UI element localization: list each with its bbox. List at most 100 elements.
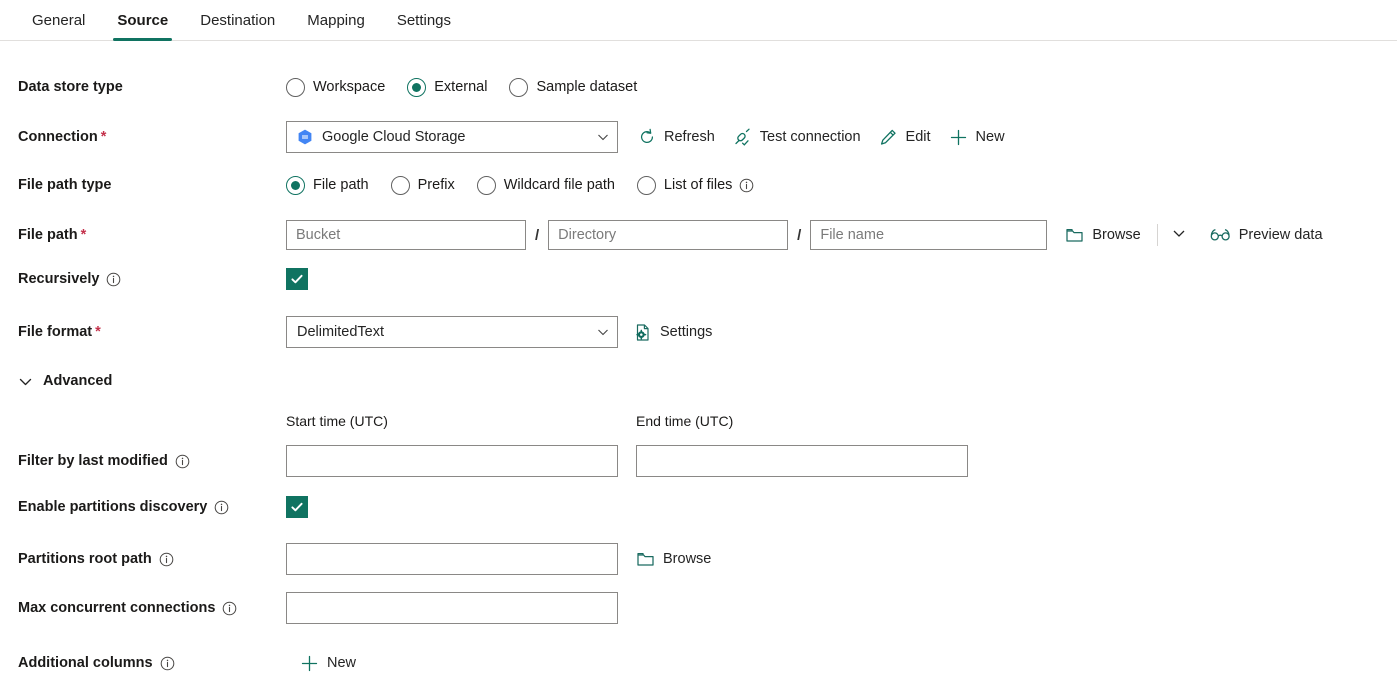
info-icon-enable-partitions-discovery[interactable] [214,500,229,515]
partitions-root-path-input[interactable] [286,543,618,575]
radio-wildcard-file-path-dot [476,175,496,195]
label-file-format-text: File format [18,324,93,340]
bucket-input[interactable] [286,220,526,250]
radio-sample-dataset[interactable]: Sample dataset [509,77,638,97]
tab-bar: General Source Destination Mapping Setti… [0,0,1397,41]
browse-dropdown-button[interactable] [1162,222,1196,249]
test-connection-icon [733,128,752,147]
advanced-section-label: Advanced [43,373,113,389]
required-asterisk-connection: * [100,129,107,145]
tab-destination[interactable]: Destination [184,0,291,40]
tab-settings[interactable]: Settings [381,0,467,40]
row-file-format: File format * DelimitedText Settings [0,316,1397,348]
preview-data-button[interactable]: Preview data [1210,227,1323,243]
row-recursively: Recursively [0,268,1397,296]
radio-workspace[interactable]: Workspace [286,77,385,97]
row-data-store-type: Data store type Workspace External Sampl… [0,73,1397,101]
end-time-input[interactable] [636,445,968,477]
label-max-concurrent-connections: Max concurrent connections [0,592,286,624]
row-filter-by-last-modified: Filter by last modified [0,445,1397,477]
label-file-format: File format * [0,316,286,348]
row-file-path-type: File path type File path Prefix Wildcard… [0,172,1397,200]
path-separator-2: / [797,226,802,244]
chevron-down-icon-advanced [18,374,33,389]
browse-file-path-label: Browse [1092,227,1141,243]
file-format-settings-button[interactable]: Settings [633,323,712,342]
refresh-button[interactable]: Refresh [638,128,715,146]
new-connection-button[interactable]: New [949,128,1005,147]
enable-partitions-discovery-checkbox[interactable] [286,496,308,518]
row-file-path: File path* / / Browse [0,219,1397,251]
radio-external[interactable]: External [407,77,488,97]
end-time-header: End time (UTC) [636,413,734,429]
pencil-icon [879,128,898,147]
file-format-settings-label: Settings [660,324,713,340]
radio-sample-dataset-dot [509,77,529,97]
chevron-down-icon-browse [1172,226,1186,245]
chevron-down-icon-file-format [597,326,609,338]
radio-external-label: External [434,79,488,95]
tab-settings-label: Settings [396,11,452,29]
radio-list-of-files[interactable]: List of files [636,175,755,195]
preview-data-label: Preview data [1238,227,1323,243]
test-connection-button[interactable]: Test connection [733,128,861,147]
tab-mapping-label: Mapping [307,11,365,29]
file-format-dropdown[interactable]: DelimitedText [286,316,618,348]
label-file-path-type: File path type [0,172,286,198]
start-time-input[interactable] [286,445,618,477]
radio-sample-dataset-label: Sample dataset [536,79,638,95]
edit-button[interactable]: Edit [879,128,931,147]
label-max-concurrent-connections-text: Max concurrent connections [18,600,216,616]
test-connection-label: Test connection [759,129,861,145]
radio-prefix[interactable]: Prefix [390,175,455,195]
radio-group-file-path-type: File path Prefix Wildcard file path List… [286,175,755,195]
recursively-checkbox[interactable] [286,268,308,290]
label-data-store-type: Data store type [0,73,286,101]
tab-destination-label: Destination [200,11,276,29]
add-additional-column-button[interactable]: New [300,654,356,673]
glasses-icon [1210,227,1231,243]
google-cloud-storage-icon [297,129,313,145]
row-connection: Connection * Google Cloud Storage Refres… [0,121,1397,153]
plus-icon-additional-columns [300,654,319,673]
info-icon-max-concurrent-connections[interactable] [222,601,237,616]
radio-prefix-dot [390,175,410,195]
advanced-section-toggle[interactable]: Advanced [0,373,1397,389]
document-settings-icon [633,323,652,342]
tab-mapping[interactable]: Mapping [291,0,381,40]
tab-general[interactable]: General [16,0,101,40]
info-icon-additional-columns[interactable] [160,656,175,671]
max-concurrent-connections-input[interactable] [286,592,618,624]
label-filter-by-last-modified: Filter by last modified [0,445,286,477]
info-icon-partitions-root-path[interactable] [159,552,174,567]
label-file-path: File path * [0,219,286,251]
browse-file-path-button[interactable]: Browse [1065,226,1141,245]
radio-wildcard-file-path-label: Wildcard file path [503,177,615,193]
label-enable-partitions-discovery: Enable partitions discovery [0,496,286,518]
browse-partitions-root-path-button[interactable]: Browse [636,550,711,569]
connection-value: Google Cloud Storage [322,129,466,145]
tab-source[interactable]: Source [101,0,184,41]
source-form: Data store type Workspace External Sampl… [0,41,1397,673]
tab-source-label: Source [117,11,169,29]
label-additional-columns-text: Additional columns [18,655,153,671]
radio-list-of-files-label: List of files [663,177,733,193]
info-icon-recursively[interactable] [106,272,121,287]
directory-input[interactable] [548,220,789,250]
browse-partitions-root-path-label: Browse [663,551,712,567]
label-additional-columns: Additional columns [0,650,286,673]
radio-group-data-store-type: Workspace External Sample dataset [286,77,638,97]
file-name-input[interactable] [810,220,1048,250]
label-recursively: Recursively [0,268,286,290]
info-icon-filter-by-last-modified[interactable] [175,454,190,469]
connection-dropdown[interactable]: Google Cloud Storage [286,121,618,153]
new-connection-label: New [975,129,1005,145]
folder-icon [1065,226,1084,245]
refresh-icon [638,128,656,146]
chevron-down-icon [597,131,609,143]
row-partitions-root-path: Partitions root path Browse [0,543,1397,575]
tab-general-label: General [32,11,86,29]
radio-file-path[interactable]: File path [286,175,369,195]
info-icon-list-of-files[interactable] [739,178,754,193]
radio-wildcard-file-path[interactable]: Wildcard file path [476,175,615,195]
